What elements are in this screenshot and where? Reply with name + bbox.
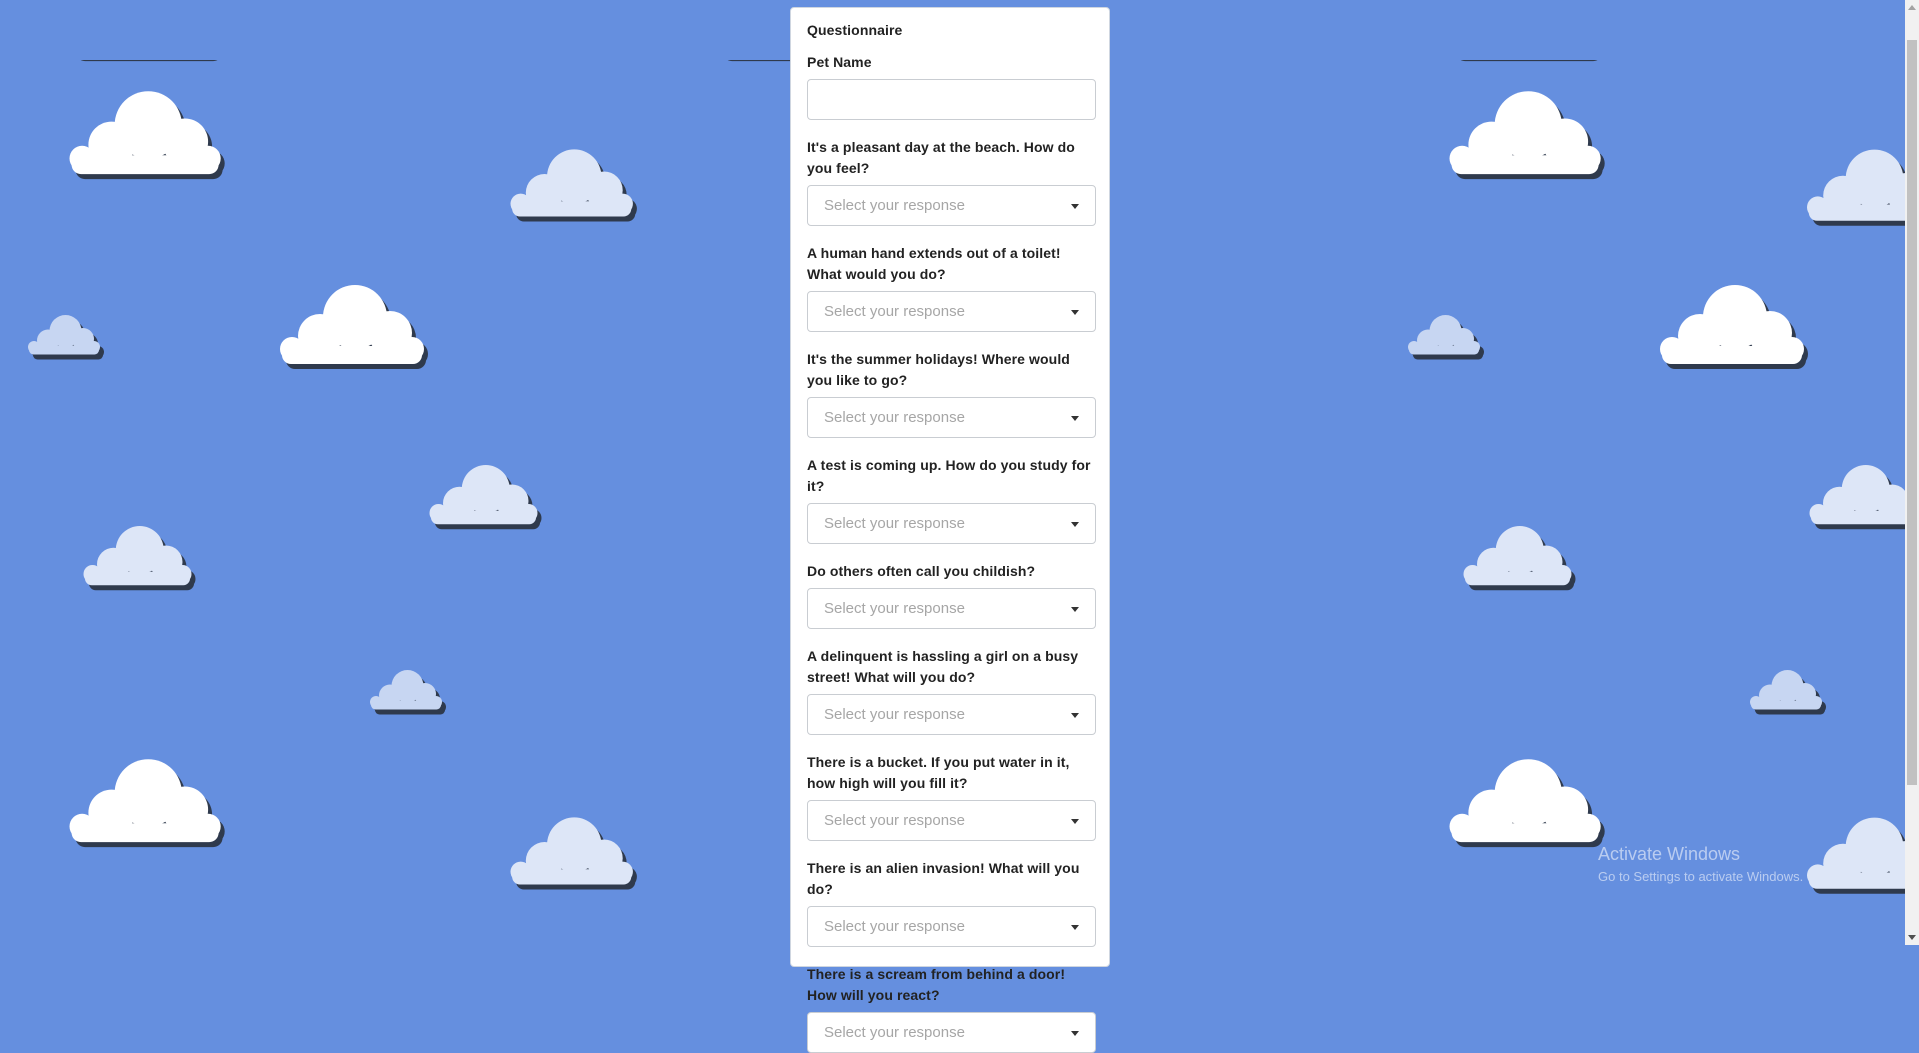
select-placeholder: Select your response — [824, 600, 965, 617]
cloud — [1810, 465, 1918, 524]
watermark-title: Activate Windows — [1598, 844, 1803, 865]
select-placeholder: Select your response — [824, 197, 965, 214]
cloud — [1464, 526, 1572, 585]
select-placeholder: Select your response — [824, 409, 965, 426]
cloud — [1807, 150, 1919, 221]
page-scrollbar[interactable] — [1905, 0, 1919, 945]
response-select[interactable]: Select your response — [807, 1012, 1096, 1053]
question-label: It's a pleasant day at the beach. How do… — [807, 137, 1093, 179]
response-select[interactable]: Select your response — [807, 291, 1096, 332]
select-placeholder: Select your response — [824, 515, 965, 532]
select-placeholder: Select your response — [824, 1024, 965, 1041]
chevron-down-icon — [1071, 713, 1079, 718]
cloud — [1450, 91, 1601, 174]
watermark-subtitle: Go to Settings to activate Windows. — [1598, 869, 1803, 884]
response-select[interactable]: Select your response — [807, 694, 1096, 735]
pet-name-input[interactable] — [807, 79, 1096, 120]
response-select[interactable]: Select your response — [807, 503, 1096, 544]
question-label: It's the summer holidays! Where would yo… — [807, 349, 1093, 391]
pet-name-label: Pet Name — [807, 52, 1093, 73]
question-label: Do others often call you childish? — [807, 561, 1093, 582]
response-select[interactable]: Select your response — [807, 185, 1096, 226]
scrollbar-thumb[interactable] — [1907, 40, 1917, 785]
cloud — [370, 670, 442, 710]
question-label: There is an alien invasion! What will yo… — [807, 858, 1093, 900]
cloud — [1660, 285, 1804, 364]
chevron-down-icon — [1071, 522, 1079, 527]
chevron-down-icon — [1071, 607, 1079, 612]
response-select[interactable]: Select your response — [807, 588, 1096, 629]
scroll-up-arrow-icon[interactable] — [1908, 5, 1916, 10]
cloud — [1450, 759, 1601, 842]
select-placeholder: Select your response — [824, 812, 965, 829]
activation-watermark: Activate Windows Go to Settings to activ… — [1598, 844, 1803, 884]
chevron-down-icon — [1071, 204, 1079, 209]
cloud — [84, 526, 192, 585]
cloud — [28, 315, 100, 355]
cloud — [1807, 818, 1919, 889]
response-select[interactable]: Select your response — [807, 397, 1096, 438]
select-placeholder: Select your response — [824, 918, 965, 935]
chevron-down-icon — [1071, 925, 1079, 930]
question-label: There is a scream from behind a door! Ho… — [807, 964, 1093, 1006]
scroll-down-arrow-icon[interactable] — [1908, 935, 1916, 940]
form-title: Questionnaire — [807, 22, 1093, 38]
chevron-down-icon — [1071, 416, 1079, 421]
cloud — [70, 91, 221, 174]
chevron-down-icon — [1071, 819, 1079, 824]
question-label: There is a bucket. If you put water in i… — [807, 752, 1093, 794]
cloud — [430, 465, 538, 524]
cloud — [280, 285, 424, 364]
chevron-down-icon — [1071, 1031, 1079, 1036]
chevron-down-icon — [1071, 310, 1079, 315]
question-label: A human hand extends out of a toilet! Wh… — [807, 243, 1093, 285]
question-label: A delinquent is hassling a girl on a bus… — [807, 646, 1093, 688]
response-select[interactable]: Select your response — [807, 800, 1096, 841]
cloud — [1750, 670, 1822, 710]
cloud — [1408, 315, 1480, 355]
response-select[interactable]: Select your response — [807, 906, 1096, 947]
question-label: A test is coming up. How do you study fo… — [807, 455, 1093, 497]
cloud — [511, 149, 633, 216]
questionnaire-card: Questionnaire Pet Name It's a pleasant d… — [790, 7, 1110, 967]
select-placeholder: Select your response — [824, 706, 965, 723]
select-placeholder: Select your response — [824, 303, 965, 320]
cloud — [70, 759, 221, 842]
cloud — [511, 817, 633, 884]
